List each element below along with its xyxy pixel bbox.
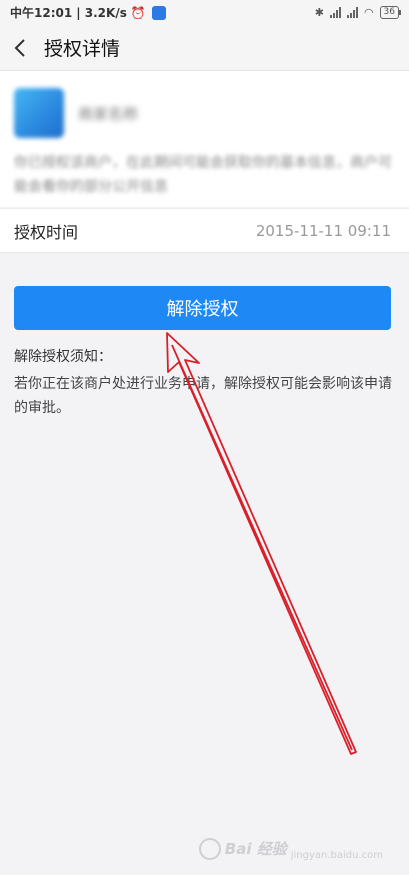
app-logo	[14, 88, 64, 138]
auth-time-row: 授权时间 2015-11-11 09:11	[0, 208, 409, 253]
network-speed: | 3.2K/s	[76, 5, 127, 20]
paw-logo-icon	[198, 837, 221, 860]
app-notification-icon	[151, 5, 166, 20]
bluetooth-icon: ✱	[314, 6, 324, 19]
app-description: 你已授权该商户，在此期间可能会获取你的基本信息，商户可能会看你的部分公开信息	[14, 155, 392, 195]
status-time: 中午12:01	[10, 6, 73, 20]
status-right: ✱ ◠ 36	[314, 6, 402, 19]
auth-time-label: 授权时间	[14, 222, 79, 242]
app-card: 商家名称 你已授权该商户，在此期间可能会获取你的基本信息，商户可能会看你的部分公…	[0, 71, 409, 207]
auth-time-value: 2015-11-11 09:11	[255, 221, 391, 240]
notice-text: 若你正在该商户处进行业务申请，解除授权可能会影响该申请的审批。	[14, 376, 392, 416]
nav-bar: 授权详情	[0, 25, 409, 71]
watermark: Bai 经验 jingyan.baidu.com	[198, 836, 383, 861]
wifi-icon: ◠	[363, 6, 374, 19]
watermark-text: Bai 经验	[224, 840, 287, 858]
battery-icon: 36	[379, 6, 402, 19]
signal-icon	[329, 7, 341, 18]
signal-2-icon	[346, 7, 358, 18]
status-bar: 中午12:01 | 3.2K/s ⏰ ✱ ◠ 36	[0, 0, 409, 25]
revoke-authorization-button[interactable]: 解除授权	[14, 286, 391, 330]
chevron-left-icon	[14, 38, 25, 57]
notice-title: 解除授权须知：	[14, 349, 112, 365]
back-button[interactable]	[0, 25, 40, 71]
watermark-sub: jingyan.baidu.com	[290, 850, 383, 861]
page-title: 授权详情	[44, 38, 121, 60]
app-row: 商家名称	[14, 88, 138, 138]
alarm-clock-icon: ⏰	[130, 5, 146, 20]
status-left: 中午12:01 | 3.2K/s ⏰	[10, 4, 166, 21]
app-name: 商家名称	[78, 104, 139, 123]
